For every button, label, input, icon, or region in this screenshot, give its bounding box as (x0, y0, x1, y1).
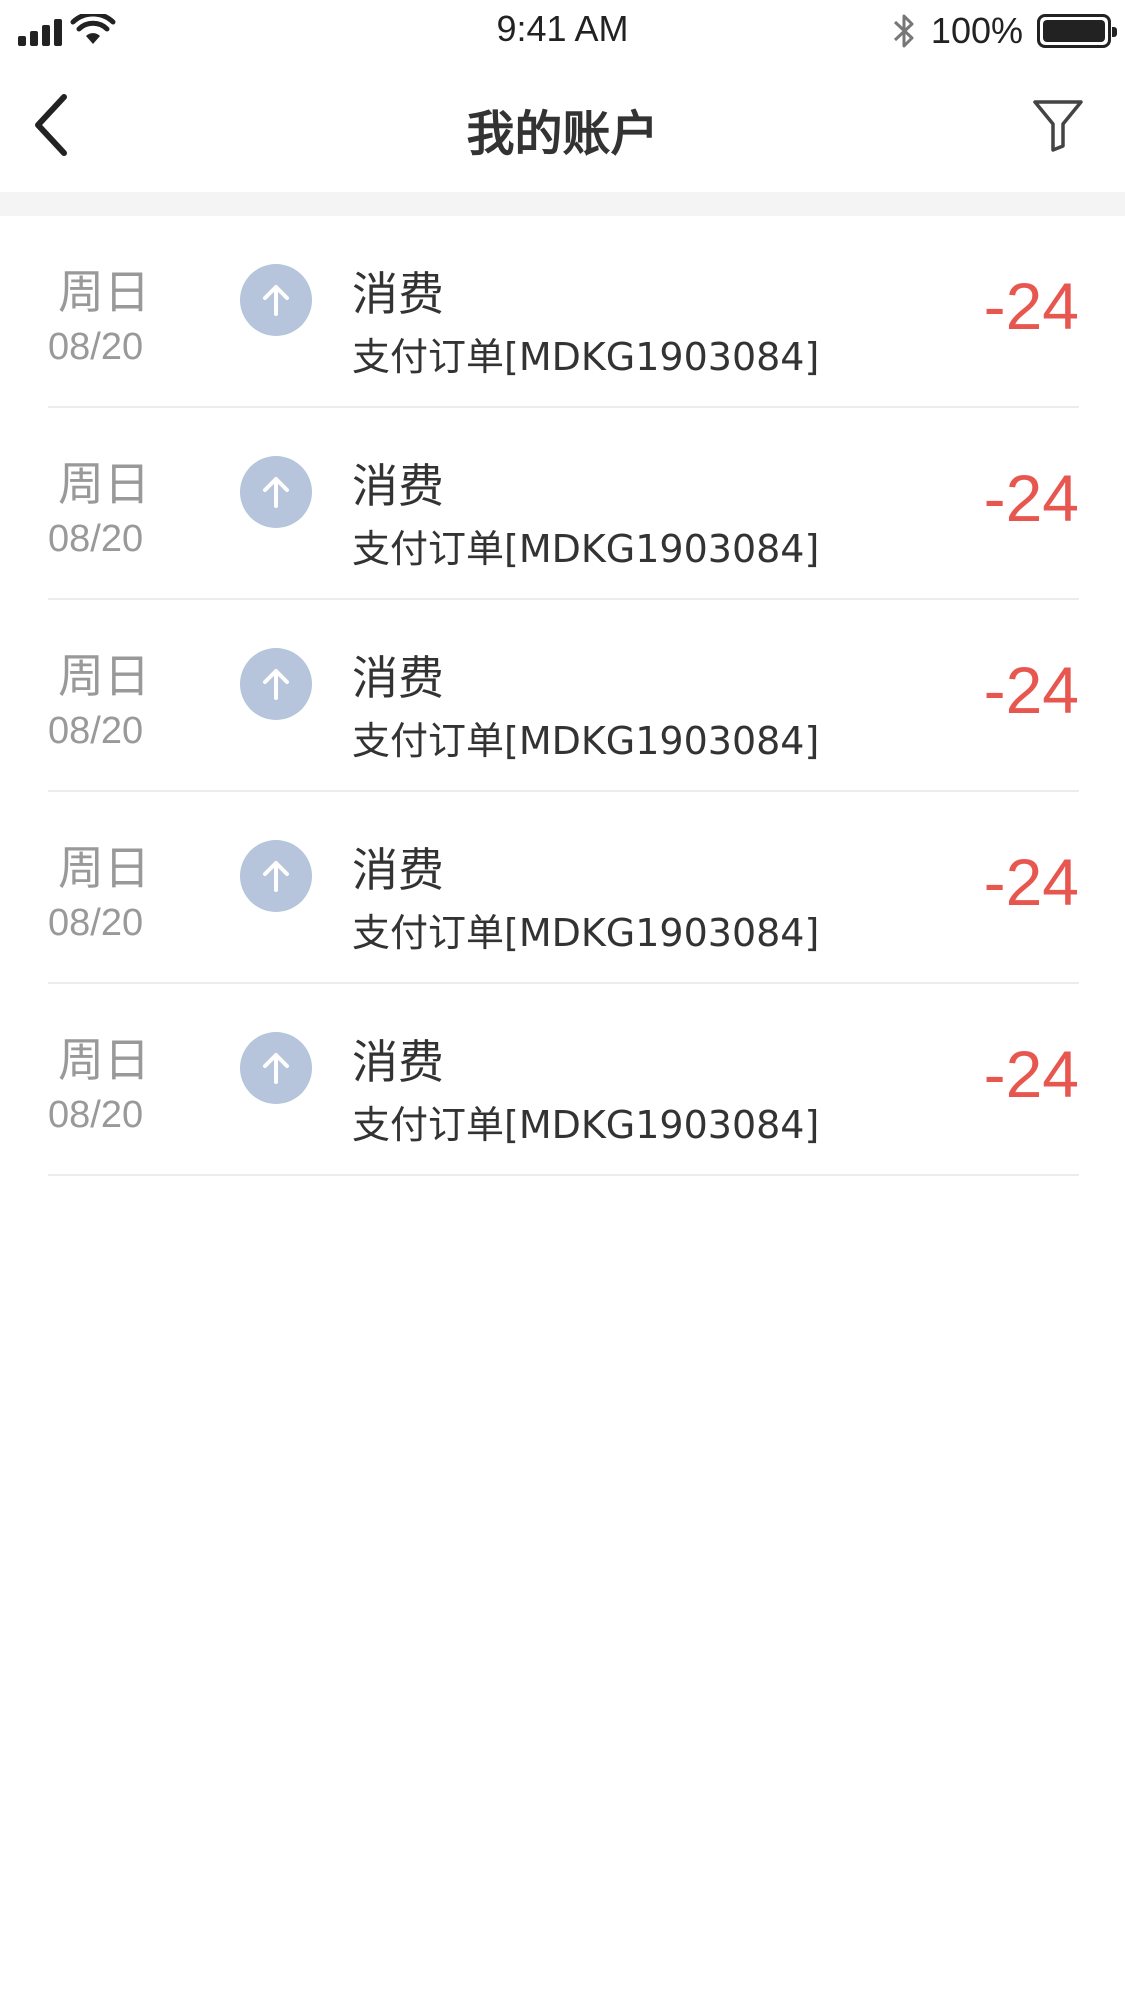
transaction-title: 消费 (352, 843, 444, 897)
status-bar: 9:41 AM 100% (0, 0, 1125, 60)
transaction-title: 消费 (352, 459, 444, 513)
transaction-date: 08/20 (48, 710, 144, 752)
transaction-date: 08/20 (48, 902, 144, 944)
transaction-date: 08/20 (48, 1094, 144, 1136)
transaction-weekday: 周日 (58, 265, 150, 319)
transaction-description: 支付订单[MDKG1903084] (352, 1103, 820, 1147)
transaction-description: 支付订单[MDKG1903084] (352, 335, 820, 379)
filter-button[interactable] (1029, 96, 1087, 154)
transaction-description: 支付订单[MDKG1903084] (352, 719, 820, 763)
transaction-amount: -24 (983, 653, 1079, 727)
transaction-weekday: 周日 (58, 1033, 150, 1087)
transaction-title: 消费 (352, 267, 444, 321)
transaction-title: 消费 (352, 651, 444, 705)
battery-icon (1037, 14, 1117, 48)
transaction-row[interactable]: 周日 08/20 消费 支付订单[MDKG1903084] -24 (0, 408, 1125, 600)
arrow-up-icon (240, 456, 312, 528)
transaction-description: 支付订单[MDKG1903084] (352, 527, 820, 571)
transaction-amount: -24 (983, 845, 1079, 919)
transaction-row[interactable]: 周日 08/20 消费 支付订单[MDKG1903084] -24 (0, 600, 1125, 792)
nav-bar: 我的账户 (0, 60, 1125, 192)
transaction-date: 08/20 (48, 518, 144, 560)
transaction-row[interactable]: 周日 08/20 消费 支付订单[MDKG1903084] -24 (0, 984, 1125, 1176)
page-title: 我的账户 (466, 106, 659, 162)
transaction-amount: -24 (983, 269, 1079, 343)
arrow-up-icon (240, 264, 312, 336)
status-right: 100% (891, 10, 1117, 52)
transaction-amount: -24 (983, 461, 1079, 535)
transaction-weekday: 周日 (58, 841, 150, 895)
transaction-row[interactable]: 周日 08/20 消费 支付订单[MDKG1903084] -24 (0, 216, 1125, 408)
transaction-row[interactable]: 周日 08/20 消费 支付订单[MDKG1903084] -24 (0, 792, 1125, 984)
arrow-up-icon (240, 840, 312, 912)
filter-icon (1033, 100, 1083, 152)
battery-percent: 100% (930, 10, 1023, 51)
transaction-title: 消费 (352, 1035, 444, 1089)
transaction-list: 周日 08/20 消费 支付订单[MDKG1903084] -24 周日 08/… (0, 216, 1125, 1176)
transaction-date: 08/20 (48, 326, 144, 368)
transaction-weekday: 周日 (58, 457, 150, 511)
transaction-amount: -24 (983, 1037, 1079, 1111)
transaction-weekday: 周日 (58, 649, 150, 703)
bluetooth-icon (893, 14, 914, 48)
section-divider (0, 192, 1125, 216)
arrow-up-icon (240, 1032, 312, 1104)
transaction-description: 支付订单[MDKG1903084] (352, 911, 820, 955)
arrow-up-icon (240, 648, 312, 720)
